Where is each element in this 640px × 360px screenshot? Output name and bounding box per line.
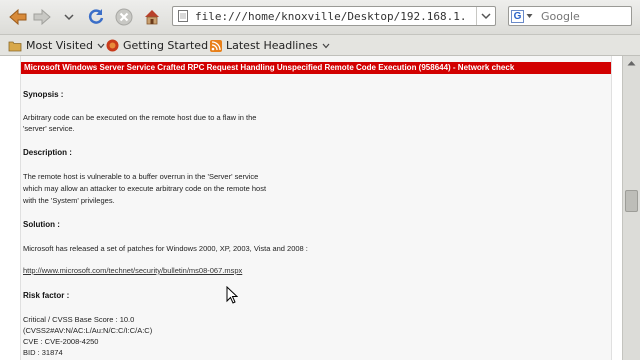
home-icon (145, 10, 159, 25)
stop-button[interactable] (114, 6, 134, 28)
search-engine-selector[interactable]: G (511, 9, 537, 23)
url-history-dropdown[interactable] (476, 7, 495, 25)
forward-button[interactable] (32, 6, 52, 28)
search-input[interactable] (541, 8, 627, 24)
vertical-scrollbar[interactable] (622, 56, 640, 360)
bookmark-most-visited[interactable]: Most Visited (8, 38, 105, 53)
bookmark-label: Latest Headlines (226, 39, 318, 52)
synopsis-label: Synopsis : (23, 90, 64, 99)
risk-line: BID : 31874 (23, 348, 63, 357)
page-content: Microsoft Windows Server Service Crafted… (0, 56, 622, 360)
scroll-up-icon[interactable] (627, 60, 636, 66)
chevron-down-icon (64, 14, 74, 21)
navigation-toolbar: file:///home/knoxville/Desktop/192.168.1… (0, 0, 640, 35)
description-line: The remote host is vulnerable to a buffe… (23, 172, 259, 181)
scrollbar-thumb[interactable] (625, 190, 638, 212)
history-dropdown[interactable] (62, 6, 76, 28)
firefox-icon (106, 39, 119, 52)
solution-line: Microsoft has released a set of patches … (23, 244, 308, 253)
bookmarks-toolbar: Most Visited Getting Started Latest Head… (0, 35, 640, 56)
reload-button[interactable] (86, 6, 106, 28)
address-bar[interactable]: file:///home/knoxville/Desktop/192.168.1… (172, 6, 496, 26)
bookmark-folder-icon (8, 41, 22, 51)
risk-factor-label: Risk factor : (23, 291, 70, 300)
synopsis-line: 'server' service. (23, 124, 75, 133)
description-line: with the 'System' privileges. (23, 196, 115, 205)
chevron-down-icon (526, 14, 533, 18)
bookmark-label: Most Visited (26, 39, 93, 52)
reload-icon (88, 9, 104, 24)
page-icon (178, 10, 188, 22)
forward-arrow-icon (33, 9, 51, 25)
bookmark-getting-started[interactable]: Getting Started (106, 38, 208, 53)
search-bar[interactable]: G (508, 6, 632, 26)
solution-link[interactable]: http://www.microsoft.com/technet/securit… (23, 266, 242, 275)
bookmark-latest-headlines[interactable]: Latest Headlines (210, 38, 330, 53)
synopsis-line: Arbitrary code can be executed on the re… (23, 113, 257, 122)
chevron-down-icon (481, 13, 491, 20)
url-text[interactable]: file:///home/knoxville/Desktop/192.168.1… (195, 10, 465, 23)
nessus-report: Microsoft Windows Server Service Crafted… (20, 56, 612, 360)
stop-icon (115, 8, 133, 26)
risk-line: CVE : CVE-2008-4250 (23, 337, 99, 346)
risk-line: Critical / CVSS Base Score : 10.0 (23, 315, 135, 324)
chevron-down-icon (97, 43, 105, 48)
bookmark-label: Getting Started (123, 39, 209, 52)
back-arrow-icon (9, 9, 27, 25)
risk-line: (CVSS2#AV:N/AC:L/Au:N/C:C/I:C/A:C) (23, 326, 153, 335)
description-line: which may allow an attacker to execute a… (23, 184, 267, 193)
mouse-cursor-icon (226, 286, 238, 304)
google-icon: G (511, 9, 524, 23)
chevron-down-icon (322, 43, 330, 48)
rss-feed-icon (210, 39, 222, 52)
solution-label: Solution : (23, 220, 60, 229)
description-label: Description : (23, 148, 72, 157)
vulnerability-title: Microsoft Windows Server Service Crafted… (21, 62, 611, 74)
back-button[interactable] (8, 6, 28, 28)
home-button[interactable] (142, 6, 162, 28)
